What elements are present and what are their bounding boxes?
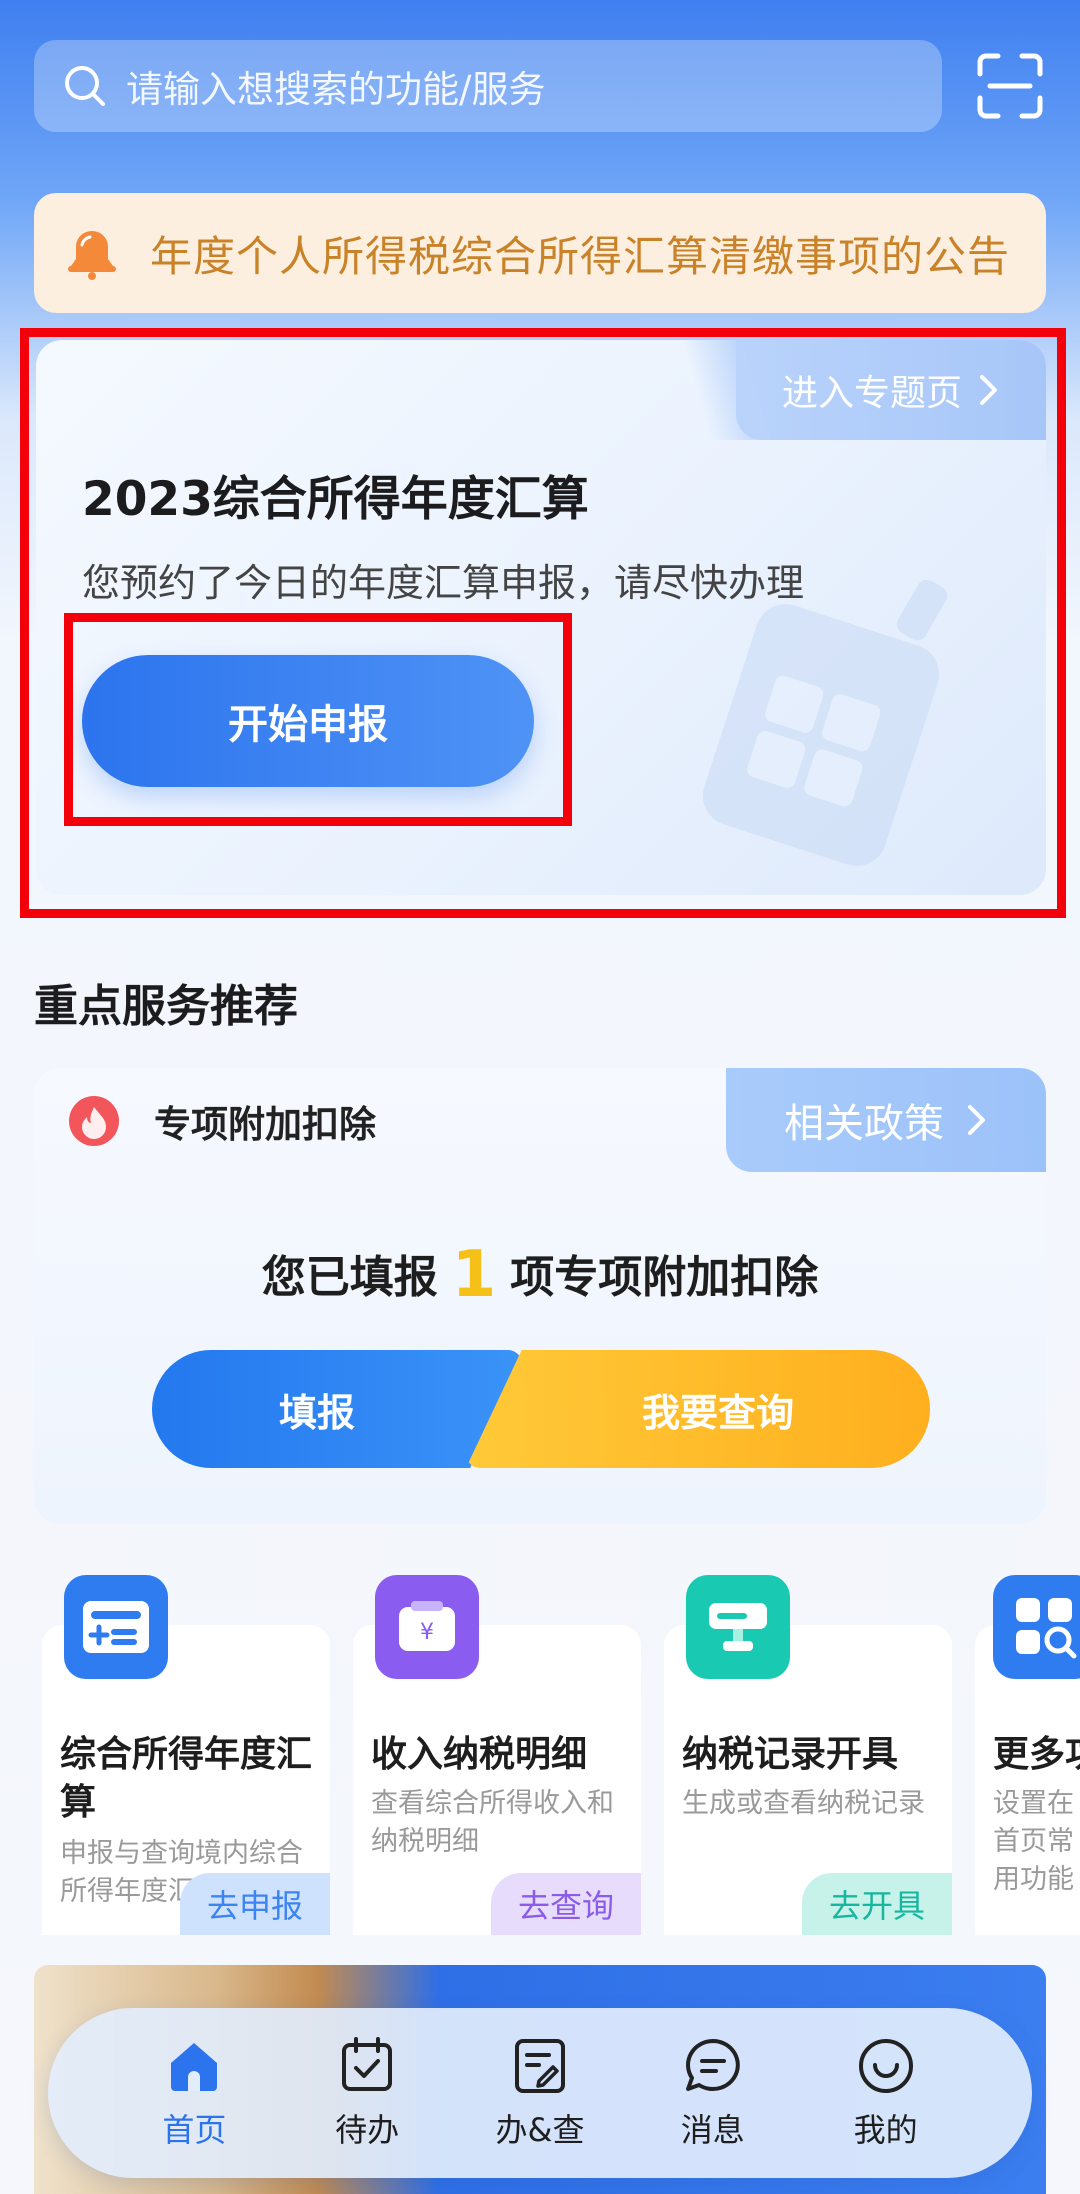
tile-name: 综合所得年度汇算 <box>60 1734 313 1823</box>
bell-icon <box>68 231 116 280</box>
wallet-icon: ¥ <box>375 1575 479 1679</box>
tile-tax-record[interactable]: 纳税记录开具 生成或查看纳税记录 去开具 <box>664 1575 952 1935</box>
announcement-banner[interactable]: 年度个人所得税综合所得汇算清缴事项的公告 <box>34 193 1046 313</box>
filled-prefix: 您已填报 <box>261 1252 438 1303</box>
highlight-box-button <box>64 613 572 826</box>
tile-annual-filing[interactable]: 综合所得年度汇算 申报与查询境内综合所得年度汇算 去申报 <box>42 1575 330 1935</box>
document-edit-icon <box>514 2039 565 2093</box>
tile-description: 查看综合所得收入和纳税明细 <box>371 1788 614 1857</box>
flame-icon <box>69 1096 119 1146</box>
bottom-navigation: 首页 待办 办&查 消息 我的 <box>48 2008 1032 2178</box>
nav-messages[interactable]: 消息 <box>643 2035 783 2151</box>
grid-search-icon <box>993 1575 1080 1679</box>
nav-label: 待办 <box>335 2111 400 2149</box>
policy-link-label: 相关政策 <box>784 1101 944 1147</box>
tile-income-tax-details[interactable]: ¥ 收入纳税明细 查看综合所得收入和纳税明细 去查询 <box>353 1575 641 1935</box>
nav-label: 消息 <box>680 2111 745 2149</box>
search-input[interactable]: 请输入想搜索的功能/服务 <box>34 40 942 132</box>
go-issue-button[interactable]: 去开具 <box>802 1873 952 1935</box>
chevron-right-icon <box>968 1105 985 1135</box>
stamp-icon <box>686 1575 790 1679</box>
tile-name: 更多功能 <box>993 1734 1080 1775</box>
query-button[interactable]: 我要查询 <box>466 1350 930 1468</box>
nav-label: 首页 <box>162 2111 227 2149</box>
tile-description: 设置在首页常用功能 <box>993 1788 1074 1895</box>
nav-home[interactable]: 首页 <box>124 2035 264 2151</box>
section-title: 重点服务推荐 <box>34 981 298 1032</box>
filled-suffix: 项专项附加扣除 <box>510 1252 819 1303</box>
message-icon <box>685 2039 740 2091</box>
tile-more-functions[interactable]: 更多功能 设置在首页常用功能 <box>975 1575 1080 1935</box>
special-deduction-title: 专项附加扣除 <box>154 1103 376 1146</box>
nav-handle-query[interactable]: 办&查 <box>470 2035 610 2151</box>
tile-name: 纳税记录开具 <box>682 1734 899 1775</box>
filled-summary: 您已填报 1 项专项附加扣除 <box>34 1238 1046 1312</box>
smile-icon <box>858 2039 913 2093</box>
home-icon <box>171 2043 218 2091</box>
tile-description: 生成或查看纳税记录 <box>682 1788 925 1819</box>
calendar-check-icon <box>342 2037 393 2091</box>
announcement-text: 年度个人所得税综合所得汇算清缴事项的公告 <box>150 231 1011 281</box>
related-policy-link[interactable]: 相关政策 <box>726 1068 1046 1172</box>
go-query-button[interactable]: 去查询 <box>491 1873 641 1935</box>
search-placeholder: 请输入想搜索的功能/服务 <box>126 68 546 111</box>
fill-in-button[interactable]: 填报 <box>152 1350 522 1468</box>
nav-profile[interactable]: 我的 <box>816 2035 956 2151</box>
nav-todo[interactable]: 待办 <box>297 2035 437 2151</box>
service-tiles: 综合所得年度汇算 申报与查询境内综合所得年度汇算 去申报 ¥ 收入纳税明细 查看… <box>0 1575 1080 1935</box>
id-card-icon <box>64 1575 168 1679</box>
search-icon <box>65 66 105 106</box>
go-file-button[interactable]: 去申报 <box>180 1873 330 1935</box>
svg-text:¥: ¥ <box>420 1620 434 1645</box>
tile-name: 收入纳税明细 <box>371 1734 588 1775</box>
filled-count: 1 <box>451 1238 497 1312</box>
special-deduction-card: 专项附加扣除 相关政策 您已填报 1 项专项附加扣除 填报 我要查询 <box>34 1068 1046 1524</box>
nav-label: 办&查 <box>495 2111 585 2149</box>
scan-icon[interactable] <box>976 52 1044 120</box>
nav-label: 我的 <box>853 2111 918 2149</box>
